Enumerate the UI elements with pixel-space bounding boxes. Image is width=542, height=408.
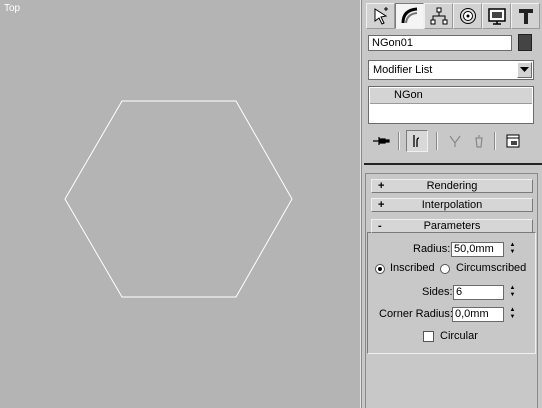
configure-sets-icon [506,134,520,148]
inscribed-radio[interactable] [375,264,385,274]
sides-label: Sides: [422,286,453,298]
hierarchy-icon [430,7,447,25]
stack-toolbar [370,130,536,154]
radius-label: Radius: [413,243,451,255]
panel-divider [364,163,542,165]
command-panel-tabs [366,3,540,29]
radius-spinner[interactable]: ▲ ▼ [508,242,517,257]
sides-field[interactable]: 6 [453,285,504,300]
motion-tab[interactable] [453,3,482,29]
rollout-parameters[interactable]: - Parameters [371,219,533,233]
remove-modifier-button[interactable] [468,130,490,152]
utilities-icon [518,9,533,24]
hierarchy-tab[interactable] [424,3,453,29]
spinner-up-icon[interactable]: ▲ [508,307,517,314]
create-tab[interactable] [366,3,395,29]
circular-checkbox[interactable] [423,331,434,342]
sides-spinner[interactable]: ▲ ▼ [508,285,517,300]
corner-radius-label: Corner Radius: [379,308,453,320]
radius-field[interactable]: 50,0mm [451,242,504,257]
toolbar-separator [436,132,438,150]
rollout-title: Parameters [423,220,481,232]
object-name-field[interactable]: NGon01 [368,35,512,51]
object-color-swatch[interactable] [518,34,532,51]
viewport-top[interactable]: Top [0,0,360,408]
circumscribed-radio[interactable] [440,264,450,274]
pin-icon [373,137,390,145]
stack-item-ngon[interactable]: NGon [370,88,532,104]
configure-modifier-sets-button[interactable] [502,130,524,152]
modify-tab[interactable] [395,3,424,29]
show-end-result-icon [413,135,420,147]
toolbar-separator [494,132,496,150]
stack-item-label: NGon [394,89,423,101]
rollout-title: Rendering [426,180,478,192]
modifier-list-dropdown[interactable]: Modifier List [368,60,534,80]
toolbar-separator [398,132,400,150]
corner-radius-field[interactable]: 0,0mm [452,307,504,322]
rollout-rendering[interactable]: + Rendering [371,179,533,193]
modify-icon [401,7,417,24]
pin-stack-button[interactable] [370,130,392,152]
circular-label[interactable]: Circular [440,330,478,342]
corner-radius-spinner[interactable]: ▲ ▼ [508,307,517,322]
utilities-tab[interactable] [511,3,540,29]
spinner-down-icon[interactable]: ▼ [508,249,517,256]
spinner-up-icon[interactable]: ▲ [508,285,517,292]
spinner-down-icon[interactable]: ▼ [508,292,517,299]
rollouts-container: + Rendering + Interpolation - Parameters… [365,173,538,408]
chevron-down-icon [520,67,529,72]
modifier-list-label: Modifier List [373,64,433,76]
make-unique-button[interactable] [444,130,466,152]
make-unique-icon [449,135,461,147]
modifier-stack[interactable]: NGon [368,86,534,124]
rollout-title: Interpolation [421,199,483,211]
spinner-up-icon[interactable]: ▲ [508,242,517,249]
create-icon [374,7,388,25]
spinner-down-icon[interactable]: ▼ [508,314,517,321]
show-end-result-button[interactable] [406,130,428,152]
dropdown-arrow-button[interactable] [517,62,532,78]
inscribed-label[interactable]: Inscribed [390,262,435,274]
display-tab[interactable] [482,3,511,29]
motion-icon [459,8,476,24]
ngon-shape[interactable] [0,0,360,408]
trash-icon [475,135,483,148]
circumscribed-label[interactable]: Circumscribed [456,262,526,274]
display-icon [487,8,506,25]
rollout-interpolation[interactable]: + Interpolation [371,198,533,212]
